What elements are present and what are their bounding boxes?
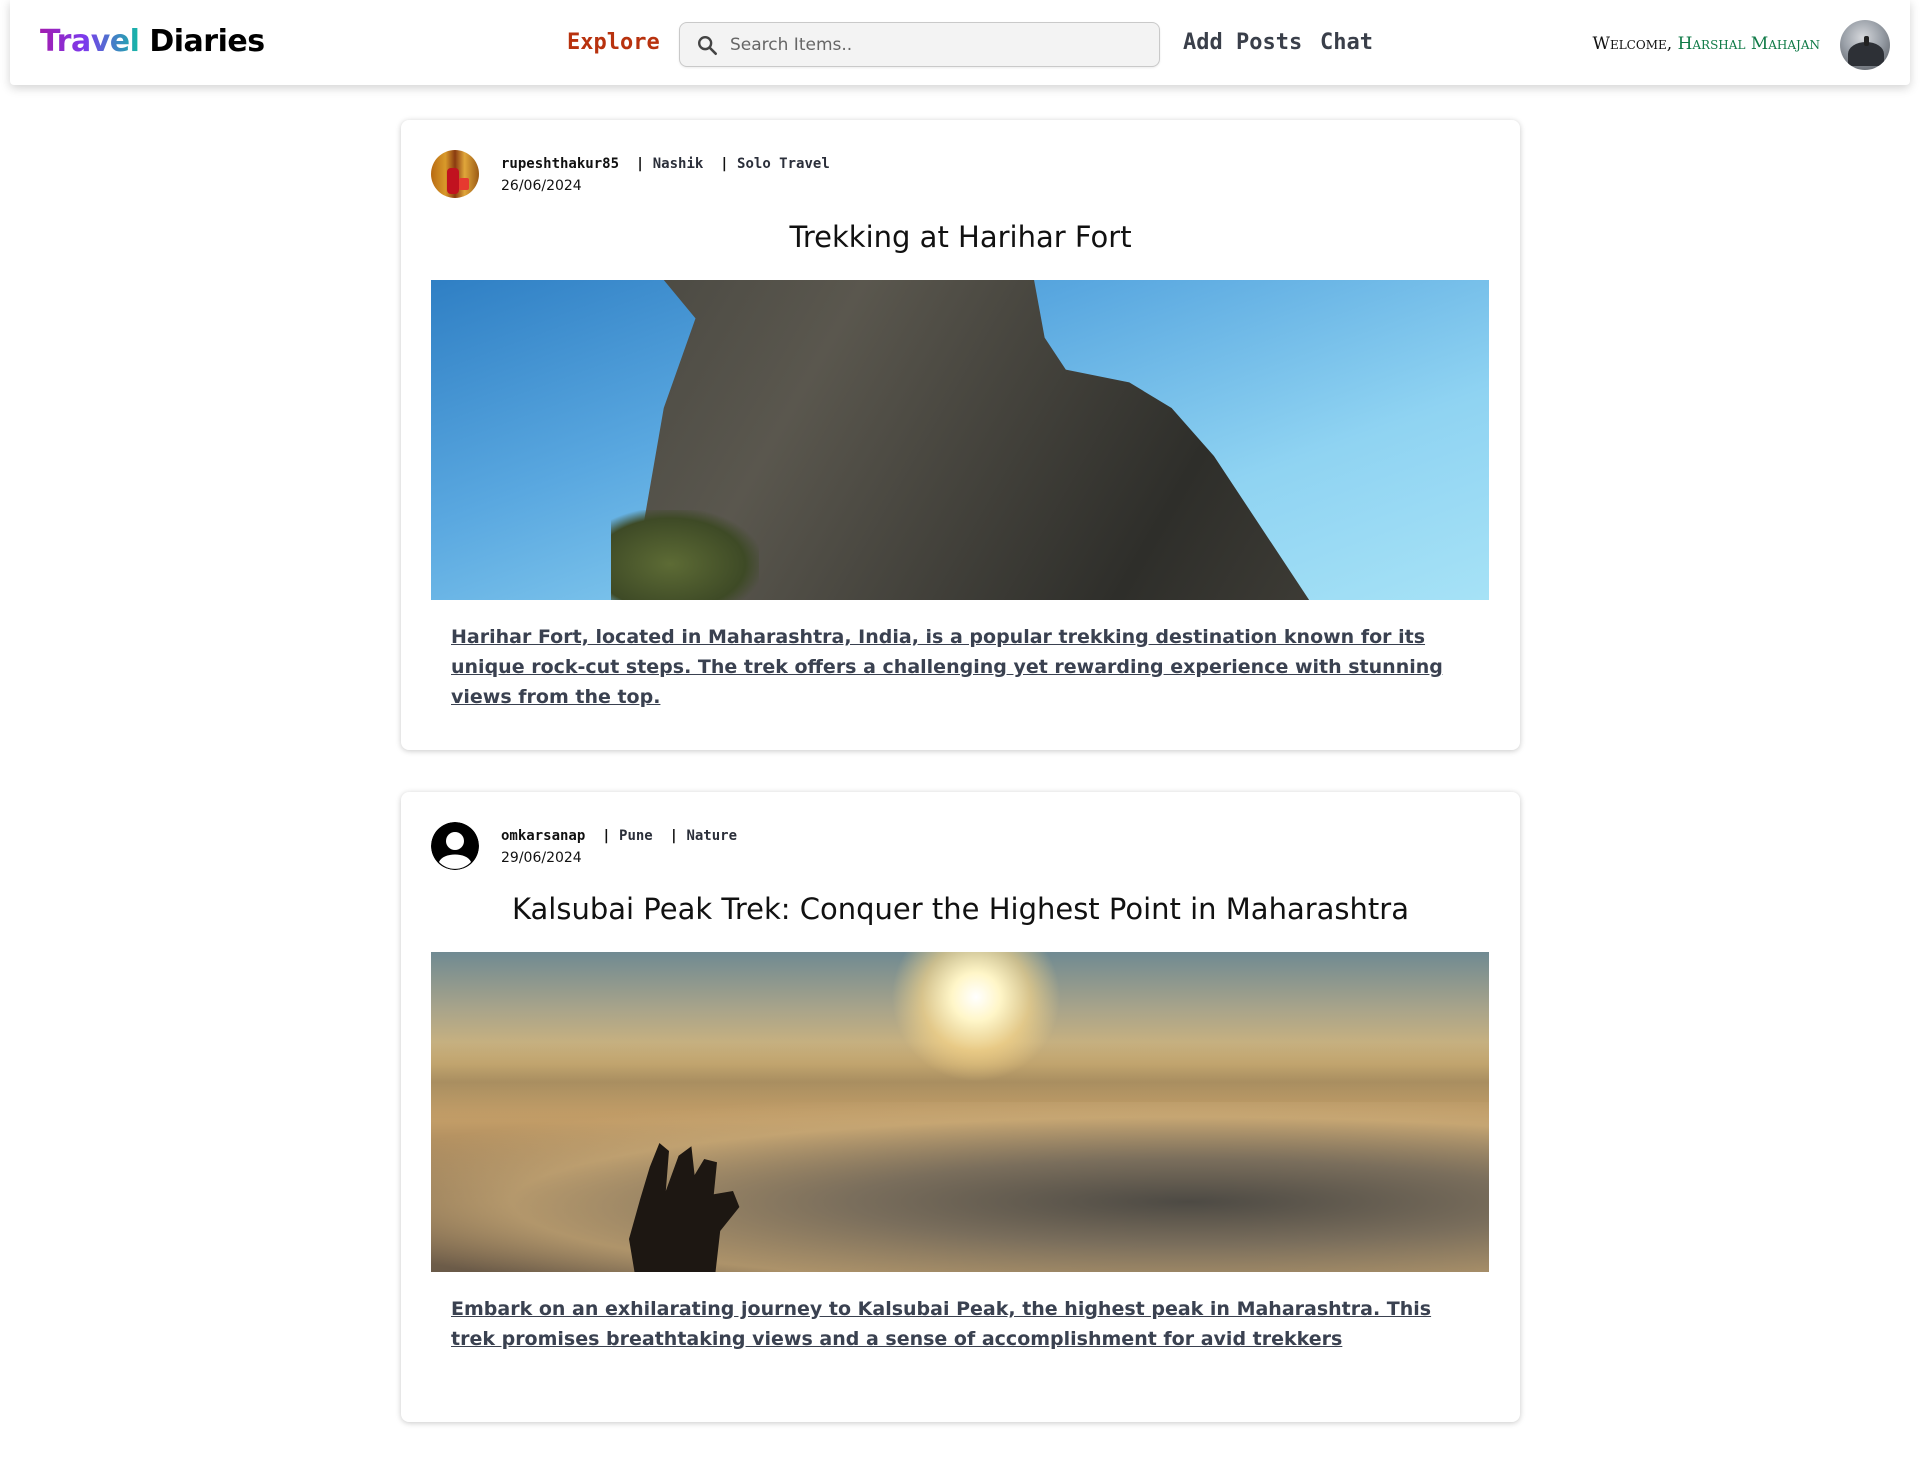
image-bush xyxy=(610,510,759,600)
brand-diaries: Diaries xyxy=(149,24,265,59)
post-meta: omkarsanap | Pune | Nature xyxy=(501,828,738,844)
image-cloud-bank xyxy=(431,1102,1489,1272)
welcome-username[interactable]: Harshal Mahajan xyxy=(1678,34,1820,54)
brand-travel: Travel xyxy=(40,24,140,59)
default-user-icon[interactable] xyxy=(431,822,479,870)
profile-avatar[interactable] xyxy=(1840,20,1890,70)
nav-add-posts-link[interactable]: Add Posts xyxy=(1183,30,1302,55)
avatar-figure xyxy=(447,168,459,194)
post-username[interactable]: rupeshthakur85 xyxy=(501,156,619,172)
post-card: omkarsanap | Pune | Nature 29/06/2024 Ka… xyxy=(401,792,1520,1422)
search-box xyxy=(679,22,1160,67)
post-description-link[interactable]: Harihar Fort, located in Maharashtra, In… xyxy=(451,622,1471,712)
post-category: Nature xyxy=(686,828,738,844)
top-navbar: Travel Diaries Explore Add Posts Chat We… xyxy=(10,0,1910,85)
nav-chat-link[interactable]: Chat xyxy=(1320,30,1373,55)
post-username[interactable]: omkarsanap xyxy=(501,828,585,844)
post-title: Kalsubai Peak Trek: Conquer the Highest … xyxy=(512,892,1409,926)
post-category: Solo Travel xyxy=(737,156,830,172)
nav-explore-link[interactable]: Explore xyxy=(567,30,660,55)
search-icon xyxy=(698,36,717,55)
post-date: 26/06/2024 xyxy=(501,178,582,194)
post-image[interactable] xyxy=(431,952,1489,1272)
user-silhouette-icon xyxy=(431,822,479,870)
post-location: Nashik xyxy=(652,156,704,172)
user-photo-avatar[interactable] xyxy=(431,150,479,198)
avatar-person-shape xyxy=(1864,36,1869,46)
welcome-label: Welcome, xyxy=(1592,34,1673,54)
welcome-text: Welcome, Harshal Mahajan xyxy=(1592,34,1820,54)
post-date: 29/06/2024 xyxy=(501,850,582,866)
post-meta: rupeshthakur85 | Nashik | Solo Travel xyxy=(501,156,830,172)
search-input[interactable] xyxy=(730,23,1150,66)
post-title: Trekking at Harihar Fort xyxy=(789,220,1132,254)
brand-logo[interactable]: Travel Diaries xyxy=(40,24,265,59)
post-image[interactable] xyxy=(431,280,1489,600)
avatar-figure-accent xyxy=(459,178,469,190)
post-location: Pune xyxy=(619,828,653,844)
post-card: rupeshthakur85 | Nashik | Solo Travel 26… xyxy=(401,120,1520,750)
image-rock xyxy=(621,280,1310,600)
post-description-link[interactable]: Embark on an exhilarating journey to Kal… xyxy=(451,1294,1471,1354)
